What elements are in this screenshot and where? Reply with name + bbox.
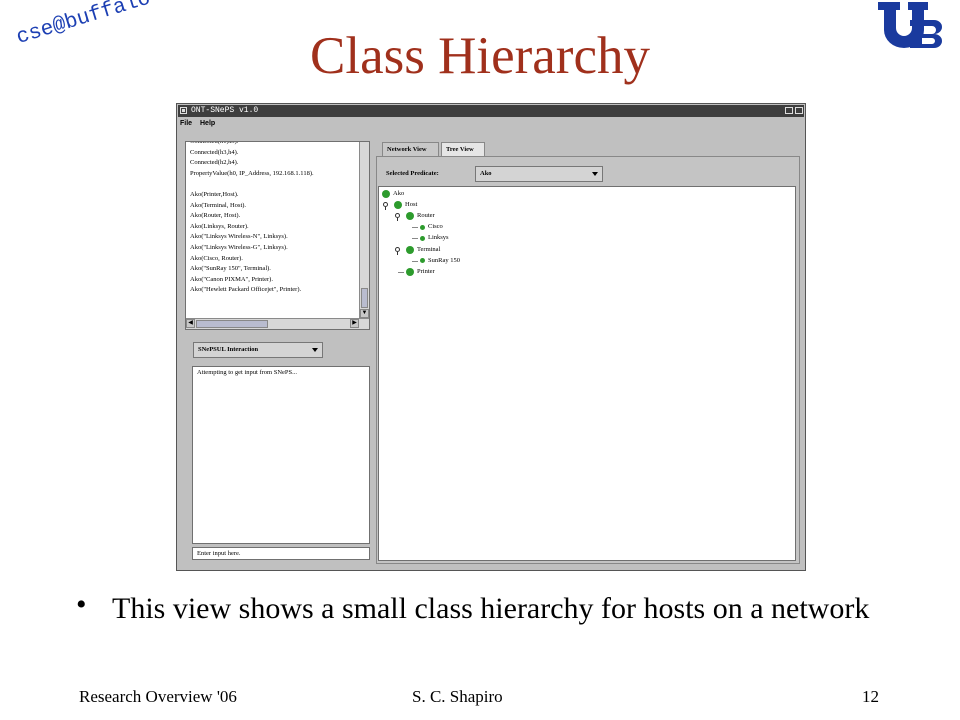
tab-network-view-label: Network View <box>387 146 427 153</box>
tab-tree-view-label: Tree View <box>446 146 474 153</box>
close-icon[interactable] <box>795 107 803 114</box>
tree-node-icon <box>420 235 425 241</box>
vertical-scroll-thumb[interactable] <box>361 288 368 308</box>
chevron-down-icon <box>592 172 598 176</box>
interaction-output-panel[interactable]: Attempting to get input from SNePS... <box>192 366 370 544</box>
predicate-label: Selected Predicate: <box>386 170 439 177</box>
tree-node-label[interactable]: Linksys <box>428 234 449 241</box>
maximize-icon[interactable] <box>785 107 793 114</box>
menu-bar: File Help <box>178 118 804 129</box>
scroll-left-arrow-icon[interactable]: ◀ <box>186 319 195 328</box>
chevron-down-icon <box>312 348 318 352</box>
tab-network-view[interactable]: Network View <box>382 142 439 156</box>
assertion-line: Connected(h2,h4). <box>190 159 239 167</box>
assertion-line: Ako(Linksys, Router). <box>190 222 249 230</box>
assertion-line: Ako(Router, Host). <box>190 212 241 220</box>
tree-node-label[interactable]: Cisco <box>428 223 443 230</box>
scroll-right-arrow-icon[interactable]: ▶ <box>350 319 359 328</box>
tree-node-icon <box>420 224 425 230</box>
predicate-select[interactable]: Ako <box>475 166 603 182</box>
tab-tree-view[interactable]: Tree View <box>441 142 485 156</box>
tree-node-label[interactable]: Printer <box>417 268 435 275</box>
interaction-output-text: Attempting to get input from SNePS... <box>197 369 298 376</box>
class-tree-panel: Ako Host Router Cisco Linksys Terminal SunRay … <box>378 186 796 561</box>
tree-node-icon <box>382 190 390 198</box>
slide-title: Class Hierarchy <box>310 27 650 85</box>
window-title-bar[interactable]: ONT-SNePS v1.0 <box>178 105 804 117</box>
assertion-line: Ako("Linksys Wireless-G", Linksys). <box>190 244 288 251</box>
tree-connector <box>412 227 418 229</box>
menu-help[interactable]: Help <box>200 120 215 127</box>
assertion-line: Ako(Terminal, Host). <box>190 201 247 209</box>
interaction-mode-value: SNePSUL Interaction <box>198 346 259 353</box>
footer-left: Research Overview '06 <box>79 687 237 706</box>
tree-node-label[interactable]: Router <box>417 212 435 219</box>
tree-connector <box>412 260 418 262</box>
footer-author: S. C. Shapiro <box>412 687 503 706</box>
tree-connector <box>398 271 404 273</box>
tree-node-icon <box>406 212 414 221</box>
predicate-value: Ako <box>480 170 492 177</box>
window-menu-icon[interactable] <box>180 107 187 114</box>
slide-number: 12 <box>862 687 879 706</box>
horizontal-scroll-thumb[interactable] <box>196 320 268 328</box>
assertions-vertical-scrollbar[interactable]: ▼ <box>359 142 369 318</box>
assertions-panel[interactable]: Connected(h1,h3). Connected(h3,h4). Connec… <box>185 141 370 330</box>
sneps-input-field[interactable]: Enter input here. <box>192 547 370 560</box>
tree-node-label[interactable]: Host <box>405 201 417 208</box>
tree-node-icon <box>394 201 402 210</box>
expand-toggle-icon[interactable] <box>395 213 400 222</box>
slide-bullet-text: This view shows a small class hierarchy … <box>112 592 870 625</box>
assertion-line: Ako(Printer,Host). <box>190 191 239 198</box>
expand-toggle-icon[interactable] <box>383 202 388 211</box>
tree-node-icon <box>420 258 425 264</box>
window-title: ONT-SNePS v1.0 <box>191 106 259 115</box>
input-placeholder: Enter input here. <box>197 550 241 557</box>
expand-toggle-icon[interactable] <box>395 246 400 255</box>
tree-node-icon <box>406 245 414 254</box>
assertion-line: Connected(h1,h3). <box>190 141 239 145</box>
interaction-mode-select[interactable]: SNePSUL Interaction <box>193 342 323 358</box>
assertion-line: Connected(h3,h4). <box>190 148 239 156</box>
assertion-line: Ako("Hewlett Packard Officejet", Printer… <box>190 286 302 294</box>
tree-node-label[interactable]: Ako <box>393 190 404 197</box>
tree-node-label[interactable]: SunRay 150 <box>428 257 460 264</box>
tree-connector <box>412 238 418 240</box>
tree-node-label[interactable]: Terminal <box>417 246 440 253</box>
assertion-line: Ako(Cisco, Router). <box>190 254 243 262</box>
assertion-line: Ako("SunRay 150", Terminal). <box>190 265 271 273</box>
tree-node-icon <box>406 267 414 276</box>
assertion-line: PropertyValue(h0, IP_Address, 192.168.1.… <box>190 169 314 177</box>
assertion-line: Ako("Canon PIXMA", Printer). <box>190 275 273 283</box>
assertion-line: Ako("Linksys Wireless-N", Linksys). <box>190 233 288 241</box>
assertions-horizontal-scrollbar[interactable]: ◀ ▶ <box>186 318 369 329</box>
bullet-icon: • <box>76 588 87 621</box>
menu-file[interactable]: File <box>180 120 192 127</box>
scroll-down-arrow-icon[interactable]: ▼ <box>360 309 369 318</box>
